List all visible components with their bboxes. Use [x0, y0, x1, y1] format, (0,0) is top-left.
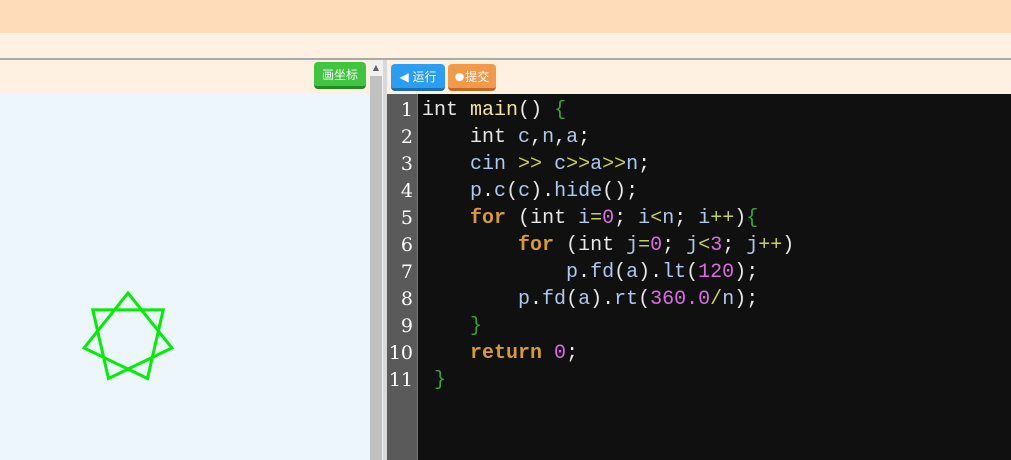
code-area[interactable]: int main() { int c,n,a; cin >> c>>a>>n; …: [422, 97, 794, 394]
line-number: 5: [400, 207, 413, 229]
draw-coordinates-button[interactable]: 画坐标: [314, 62, 366, 89]
line-number: 2: [400, 126, 413, 148]
line-number: 6: [400, 234, 413, 256]
code-line: }: [470, 315, 483, 338]
code-editor[interactable]: 1 2 3 4 5 6 7 8 9 10 11 int main() { int c,n,a; ci…: [387, 94, 1011, 460]
submit-button[interactable]: ● 提交: [448, 64, 496, 91]
top-banner: [0, 0, 1011, 33]
run-button[interactable]: ◀ 运行: [391, 64, 445, 91]
turtle-canvas: [0, 94, 370, 460]
code-line: p.c(c).hide();: [470, 180, 639, 203]
line-number: 3: [400, 153, 413, 175]
line-number: 11: [388, 369, 413, 391]
sub-banner: [0, 33, 1011, 58]
canvas-scrollbar[interactable]: ▲: [369, 60, 383, 460]
line-number-gutter: 1 2 3 4 5 6 7 8 9 10 11: [387, 94, 418, 460]
line-number: 7: [400, 261, 413, 283]
code-line: int c,n,a;: [470, 126, 591, 149]
scroll-up-arrow-icon[interactable]: ▲: [369, 62, 383, 74]
submit-icon: ●: [454, 69, 465, 83]
line-number: 9: [400, 315, 413, 337]
submit-label: 提交: [465, 69, 490, 84]
star-drawing: [81, 290, 175, 381]
code-line: p.fd(a).rt(360.0/n);: [518, 288, 759, 311]
code-line: p.fd(a).lt(120);: [566, 261, 759, 284]
code-line: int main() {: [422, 99, 567, 122]
line-number: 8: [400, 288, 413, 310]
line-number: 10: [388, 342, 413, 364]
line-number: 1: [400, 99, 413, 121]
code-line: cin >> c>>a>>n;: [470, 153, 651, 176]
code-line: for (int i=0; i<n; i++){: [470, 207, 759, 230]
star-shape: [81, 290, 175, 381]
line-number: 4: [400, 180, 413, 202]
scrollbar-thumb[interactable]: [370, 76, 382, 460]
code-line: for (int j=0; j<3; j++): [518, 234, 795, 257]
code-line: }: [434, 369, 447, 392]
code-line: return 0;: [470, 342, 579, 365]
